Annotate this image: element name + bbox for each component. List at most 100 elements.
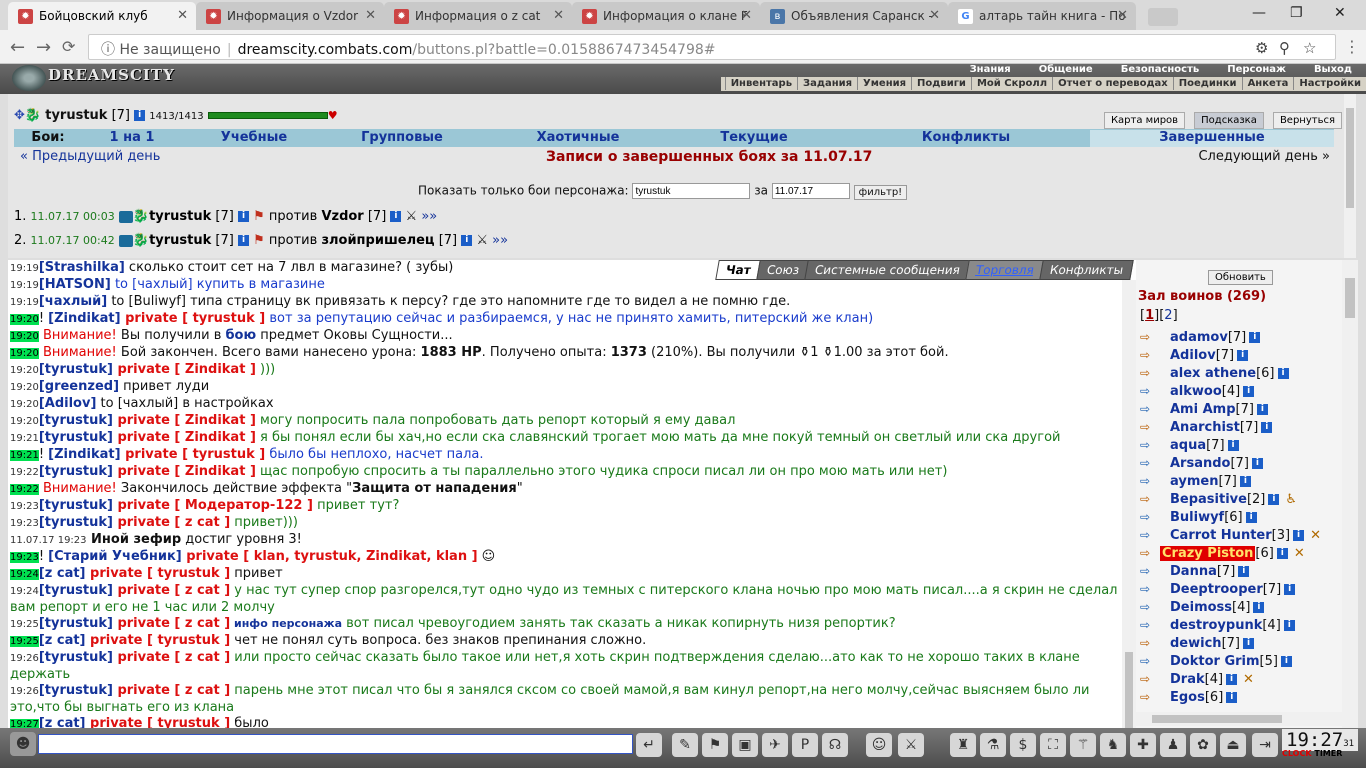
battle-log-link-icon[interactable]: »» (492, 233, 508, 248)
browser-tab[interactable]: в Объявления Саранск - ✕ (760, 2, 948, 30)
browser-tab[interactable]: Gалтарь тайн книга - По ✕ (948, 2, 1136, 30)
info-icon[interactable]: i (1280, 656, 1292, 667)
sender-nick[interactable]: [tyrustuk] (39, 683, 113, 698)
user-name[interactable]: Deimoss (1170, 600, 1232, 615)
filter-date-input[interactable] (771, 183, 850, 199)
user-name[interactable]: Buliwyf (1170, 510, 1224, 525)
sender-nick[interactable]: [tyrustuk] (39, 650, 113, 665)
sender-nick[interactable]: бою (225, 328, 256, 343)
browser-tab[interactable]: ✹ Бойцовский клуб ✕ (8, 2, 196, 30)
user-name[interactable]: aqua (1170, 438, 1206, 453)
extension-icon[interactable]: ⚙ (1255, 39, 1268, 57)
user-list-scrollbar[interactable] (1342, 260, 1358, 728)
info-icon[interactable]: i (1253, 602, 1265, 613)
new-tab-button[interactable] (1148, 8, 1178, 26)
prev-day-link[interactable]: « Предыдущий день (20, 149, 160, 164)
browser-tab[interactable]: ✹ Информация о клане F ✕ (572, 2, 760, 30)
tab-training[interactable]: Учебные (194, 130, 314, 145)
sender-nick[interactable]: [tyrustuk] (39, 515, 113, 530)
user-name[interactable]: Danna (1170, 564, 1217, 579)
scroll-thumb[interactable] (1125, 652, 1133, 728)
return-button[interactable]: Вернуться (1272, 112, 1342, 129)
private-target[interactable]: private [ tyrustuk ] (121, 311, 265, 326)
private-target[interactable]: private [ z cat ] (113, 616, 230, 631)
user-name[interactable]: Doktor Grim (1170, 654, 1260, 669)
page-1-link[interactable]: 1 (1145, 308, 1154, 323)
private-target[interactable]: private [ tyrustuk ] (86, 633, 230, 648)
user-arrow-icon[interactable]: ⇨ (1140, 654, 1158, 668)
tab-trade[interactable]: Торговля (965, 260, 1045, 280)
exit-icon[interactable]: ⏏ (1220, 733, 1246, 757)
private-target[interactable]: private [ tyrustuk ] (86, 716, 230, 728)
user-list-hscrollbar[interactable] (1136, 712, 1342, 726)
tab-union[interactable]: Союз (756, 260, 810, 280)
browser-tab[interactable]: ✹ Информация о z cat ✕ (384, 2, 572, 30)
address-bar[interactable]: ⓘ Не защищено | dreamscity.combats.com/but… (88, 34, 1336, 60)
scroll-thumb[interactable] (1346, 108, 1354, 208)
info-icon[interactable]: i (1249, 332, 1261, 343)
private-target[interactable]: private [ klan, tyrustuk, Zindikat, klan… (182, 549, 477, 564)
private-target[interactable]: private [ Модератор-122 ] (113, 498, 313, 513)
player-info-link[interactable]: инфо персонажа (230, 617, 342, 630)
reload-icon[interactable]: ⟳ (62, 37, 75, 56)
tab-chaotic[interactable]: Хаотичные (490, 130, 666, 145)
sub-menu-item[interactable]: Отчет о переводах (1052, 77, 1173, 90)
tab-group[interactable]: Групповые (314, 130, 490, 145)
pin-icon[interactable]: ⚲ (1279, 39, 1290, 57)
sub-menu-item[interactable]: Инвентарь (724, 77, 797, 90)
user-arrow-icon[interactable]: ⇨ (1140, 636, 1158, 650)
user-name[interactable]: Deeptrooper (1170, 582, 1263, 597)
potion-icon[interactable]: ⚗ (980, 733, 1006, 757)
info-icon[interactable]: i (461, 235, 473, 246)
private-target[interactable]: private [ Zindikat ] (113, 413, 255, 428)
sender-nick[interactable]: [tyrustuk] (39, 413, 113, 428)
timer-label[interactable]: TIMER (1314, 749, 1342, 758)
private-target[interactable]: private [ tyrustuk ] (121, 447, 265, 462)
info-icon[interactable]: i (1293, 530, 1305, 541)
info-icon[interactable]: i (1251, 458, 1263, 469)
info-icon[interactable]: ⓘ (101, 42, 119, 58)
chat-scrollbar[interactable] (1122, 280, 1136, 728)
sender-nick[interactable]: [Strashilka] (39, 260, 125, 275)
translit-icon[interactable]: ☊ (822, 733, 848, 757)
user-arrow-icon[interactable]: ⇨ (1140, 402, 1158, 416)
main-menu-item[interactable]: Персонаж (1213, 64, 1300, 75)
scroll-icon[interactable]: ⚚ (1070, 733, 1096, 757)
sub-menu-item[interactable]: Настройки (1293, 77, 1366, 90)
info-icon[interactable]: i (1277, 368, 1289, 379)
browser-tab[interactable]: ✹ Информация о Vzdor ✕ (196, 2, 384, 30)
chat-input[interactable] (38, 734, 633, 754)
user-name[interactable]: Bepasitive (1170, 492, 1247, 507)
clear-icon[interactable]: ✎ (672, 733, 698, 757)
close-icon[interactable]: ✕ (177, 8, 188, 23)
user-arrow-icon[interactable]: ⇨ (1140, 510, 1158, 524)
smile-icon[interactable]: ☺ (866, 733, 892, 757)
hint-button[interactable]: Подсказка (1194, 112, 1264, 129)
sender-nick[interactable]: [z cat] (39, 716, 86, 728)
sender-nick[interactable]: [Adilov] (39, 396, 97, 411)
info-icon[interactable]: i (1226, 674, 1238, 685)
hero-icon[interactable]: ♞ (1100, 733, 1126, 757)
close-window-icon[interactable]: ✕ (1334, 5, 1346, 21)
user-name[interactable]: Drak (1170, 672, 1205, 687)
private-target[interactable]: private [ Zindikat ] (113, 362, 255, 377)
chest-icon[interactable]: ⛶ (1040, 733, 1066, 757)
info-icon[interactable]: i (1239, 476, 1251, 487)
private-target[interactable]: private [ z cat ] (113, 683, 230, 698)
user-arrow-icon[interactable]: ⇨ (1140, 420, 1158, 434)
world-map-button[interactable]: Карта миров (1103, 112, 1186, 129)
user-arrow-icon[interactable]: ⇨ (1140, 348, 1158, 362)
info-icon[interactable]: i (1226, 692, 1238, 703)
tab-system[interactable]: Системные сообщения (804, 260, 971, 280)
user-name[interactable]: dewich (1170, 636, 1222, 651)
private-target[interactable]: private [ z cat ] (113, 583, 230, 598)
private-target[interactable]: private [ z cat ] (113, 650, 230, 665)
clock-label[interactable]: CLOCK (1282, 749, 1312, 758)
user-name[interactable]: Egos (1170, 690, 1205, 705)
back-icon[interactable]: ← (10, 37, 25, 58)
opponent-name[interactable]: злойпришелец (321, 233, 434, 248)
user-name[interactable]: destroypunk (1170, 618, 1262, 633)
sender-nick[interactable]: [tyrustuk] (39, 362, 113, 377)
info-icon[interactable]: i (1245, 512, 1257, 523)
user-arrow-icon[interactable]: ⇨ (1140, 672, 1158, 686)
